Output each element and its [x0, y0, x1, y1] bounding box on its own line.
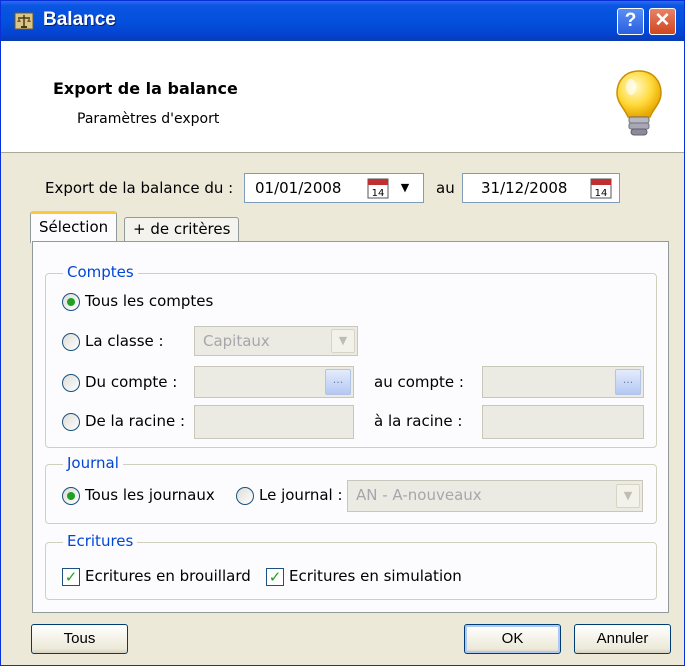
export-to-label: au	[436, 179, 455, 197]
checkbox-simulation[interactable]: ✓	[266, 568, 284, 586]
export-from-label: Export de la balance du :	[45, 179, 234, 197]
header-title: Export de la balance	[53, 79, 238, 98]
tous-button[interactable]: Tous	[31, 624, 128, 654]
du-compte-label[interactable]: Du compte :	[85, 373, 177, 391]
de-la-racine-field[interactable]	[194, 405, 354, 439]
de-la-racine-label[interactable]: De la racine :	[85, 412, 185, 430]
window-title: Balance	[43, 9, 116, 30]
balance-scale-icon	[14, 12, 34, 30]
ecritures-legend: Ecritures	[63, 532, 138, 550]
au-compte-label: au compte :	[374, 373, 464, 391]
classe-chevron-down-icon[interactable]: ▼	[331, 329, 355, 353]
chevron-down-icon[interactable]: ▼	[397, 177, 413, 199]
annuler-button[interactable]: Annuler	[574, 624, 671, 654]
radio-tous-journaux[interactable]	[62, 487, 80, 505]
radio-racine[interactable]	[62, 413, 80, 431]
comptes-legend: Comptes	[63, 263, 138, 281]
lightbulb-icon	[616, 70, 662, 136]
a-la-racine-field[interactable]	[482, 405, 644, 439]
tab-selection[interactable]: Sélection	[30, 211, 118, 243]
journal-legend: Journal	[63, 454, 123, 472]
tab-panel-selection: Comptes Tous les comptes La classe : Cap…	[32, 241, 669, 613]
le-journal-label[interactable]: Le journal :	[259, 486, 343, 504]
classe-value: Capitaux	[203, 332, 270, 350]
date-to-value: 31/12/2008	[481, 179, 568, 197]
journal-value: AN - A-nouveaux	[356, 486, 482, 504]
simulation-label[interactable]: Ecritures en simulation	[289, 567, 462, 585]
header-subtitle: Paramètres d'export	[77, 111, 220, 127]
calendar-from-day: 14	[372, 188, 385, 199]
date-from-value: 01/01/2008	[255, 179, 342, 197]
radio-le-journal[interactable]	[236, 487, 254, 505]
tous-journaux-label[interactable]: Tous les journaux	[85, 486, 215, 504]
calendar-from-icon[interactable]: 14	[367, 177, 389, 199]
help-button[interactable]: ?	[617, 8, 644, 35]
calendar-to-day: 14	[595, 188, 608, 199]
journal-select[interactable]: AN - A-nouveaux	[347, 480, 643, 512]
tab-criteres[interactable]: + de critères	[124, 217, 240, 242]
radio-classe[interactable]	[62, 333, 80, 351]
journal-chevron-down-icon[interactable]: ▼	[616, 484, 640, 508]
balance-dialog: Balance ? ✕ Export de la balance Paramèt…	[0, 0, 685, 666]
brouillard-label[interactable]: Ecritures en brouillard	[85, 567, 251, 585]
title-bar[interactable]: Balance ? ✕	[1, 1, 684, 41]
checkbox-brouillard[interactable]: ✓	[62, 568, 80, 586]
close-button[interactable]: ✕	[649, 8, 676, 35]
tous-comptes-label[interactable]: Tous les comptes	[85, 292, 213, 310]
classe-label[interactable]: La classe :	[85, 332, 164, 350]
radio-tous-comptes[interactable]	[62, 293, 80, 311]
dialog-header: Export de la balance Paramètres d'export	[1, 41, 684, 153]
du-compte-browse-button[interactable]: ...	[325, 369, 351, 395]
a-la-racine-label: à la racine :	[374, 412, 463, 430]
radio-du-compte[interactable]	[62, 374, 80, 392]
au-compte-browse-button[interactable]: ...	[615, 369, 641, 395]
ok-button[interactable]: OK	[464, 624, 561, 654]
calendar-to-icon[interactable]: 14	[590, 177, 612, 199]
